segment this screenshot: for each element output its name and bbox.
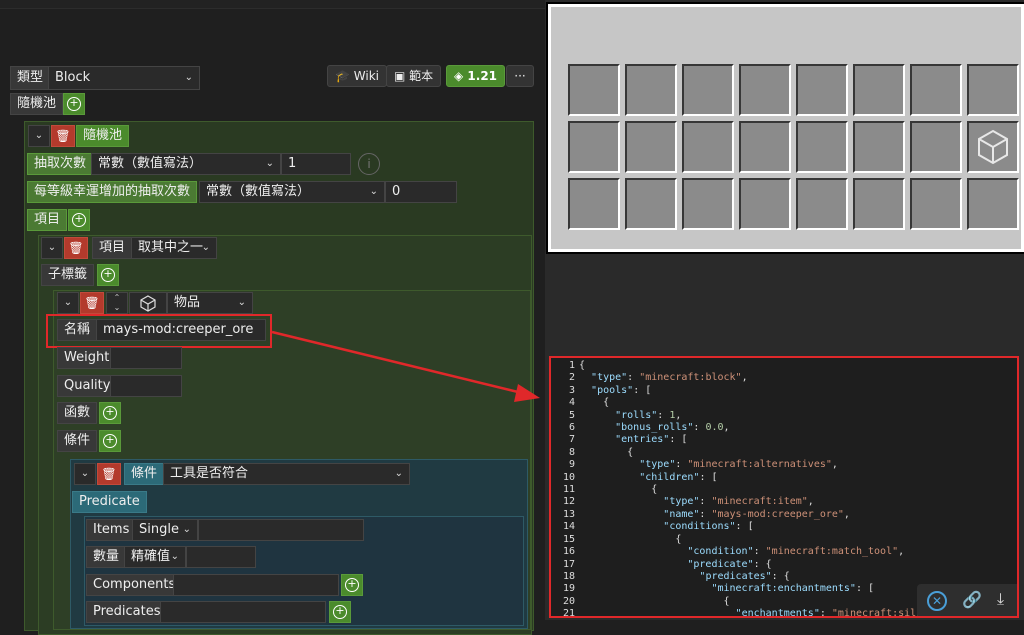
code-line: 8 { xyxy=(568,446,634,458)
code-line: 13 "name": "mays-mod:creeper_ore", xyxy=(562,508,850,520)
link-icon[interactable]: 🔗 xyxy=(962,590,982,609)
code-line: 5 "rolls": 1, xyxy=(568,409,682,421)
code-line: 18 "predicates": { xyxy=(562,570,790,582)
code-line: 16 "condition": "minecraft:match_tool", xyxy=(562,546,905,558)
code-line: 2 "type": "minecraft:block", xyxy=(568,372,748,384)
code-toolbar: ✕ 🔗 ⤓ xyxy=(917,584,1017,616)
code-line: 9 "type": "minecraft:alternatives", xyxy=(568,459,838,471)
download-icon[interactable]: ⤓ xyxy=(997,589,1004,609)
close-circle-icon[interactable]: ✕ xyxy=(927,591,947,611)
code-line: 14 "conditions": [ xyxy=(562,521,754,533)
code-line: 10 "children": [ xyxy=(562,471,718,483)
code-line: 7 "entries": [ xyxy=(568,434,688,446)
json-code[interactable]: 1{2 "type": "minecraft:block", 3 "pools":… xyxy=(551,358,1017,616)
code-line: 1{ xyxy=(568,360,586,371)
code-line: 15 { xyxy=(562,533,682,545)
code-line: 6 "bonus_rolls": 0.0, xyxy=(568,422,730,434)
code-line: 12 "type": "minecraft:item", xyxy=(562,496,814,508)
code-line: 3 "pools": [ xyxy=(568,384,652,396)
json-output-panel[interactable]: 1{2 "type": "minecraft:block", 3 "pools":… xyxy=(549,356,1019,618)
code-line: 4 { xyxy=(568,397,610,409)
code-line: 11 { xyxy=(562,484,658,496)
code-line: 17 "predicate": { xyxy=(562,558,772,570)
